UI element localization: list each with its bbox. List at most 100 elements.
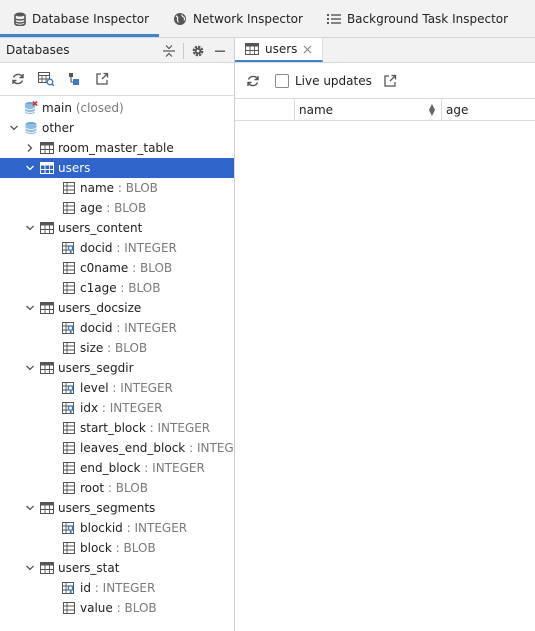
tree-item-column[interactable]: c1age : BLOB (0, 278, 234, 298)
tab-label: users (265, 42, 298, 56)
column-type: BLOB (123, 541, 156, 555)
tree-item-column[interactable]: id : INTEGER (0, 578, 234, 598)
tree-item-column[interactable]: start_block : INTEGER (0, 418, 234, 438)
primary-key-column-icon (62, 381, 76, 395)
tree-item-column[interactable]: root : BLOB (0, 478, 234, 498)
column-type: INTEGER (157, 421, 211, 435)
column-type: INTEGER (120, 381, 173, 395)
tree-item-column[interactable]: c0name : BLOB (0, 258, 234, 278)
tab-network-inspector[interactable]: Network Inspector (159, 0, 313, 37)
chevron-down-icon[interactable] (24, 222, 36, 234)
chevron-down-icon[interactable] (24, 302, 36, 314)
tree-item-column[interactable]: size : BLOB (0, 338, 234, 358)
column-name: start_block (80, 421, 146, 435)
column-name: c0name (80, 261, 129, 275)
collapse-all-icon[interactable] (161, 43, 177, 59)
export-icon[interactable] (382, 73, 398, 89)
column-sep: : (126, 521, 131, 535)
table-name: users_content (58, 221, 143, 235)
column-header-name[interactable]: name ▲ ▼ (295, 99, 442, 120)
refresh-icon[interactable] (245, 73, 261, 89)
live-updates-toggle[interactable]: Live updates (275, 73, 372, 88)
tree-item-column[interactable]: blockid : INTEGER (0, 518, 234, 538)
database-icon (14, 12, 26, 26)
table-view-panel: users Live updates name ▲ ▼ age (235, 38, 535, 631)
tree-item-users-segdir-table[interactable]: users_segdir (0, 358, 234, 378)
column-icon (62, 441, 76, 455)
db-name: main (42, 101, 72, 115)
row-number-header (235, 99, 295, 120)
tree-item-other-db[interactable]: other (0, 118, 234, 138)
tab-background-task-inspector[interactable]: Background Task Inspector (313, 0, 518, 37)
column-icon (62, 421, 76, 435)
tree-item-column[interactable]: docid : INTEGER (0, 318, 234, 338)
column-name: docid (80, 321, 113, 335)
minimize-icon[interactable] (212, 43, 228, 59)
column-type: BLOB (128, 281, 161, 295)
tree-item-column[interactable]: end_block : INTEGER (0, 458, 234, 478)
chevron-down-icon[interactable] (8, 122, 20, 134)
tree-item-users-stat-table[interactable]: users_stat (0, 558, 234, 578)
run-query-icon[interactable] (38, 71, 54, 87)
column-name: leaves_end_block (80, 441, 186, 455)
chevron-down-icon[interactable] (24, 502, 36, 514)
tree-item-column[interactable]: leaves_end_block : INTEGER (0, 438, 250, 458)
column-sep: : (149, 421, 154, 435)
globe-icon (174, 12, 187, 25)
gear-icon[interactable] (190, 43, 206, 59)
column-name: docid (80, 241, 113, 255)
chevron-down-icon[interactable] (24, 562, 36, 574)
export-icon[interactable] (94, 71, 110, 87)
keep-open-icon[interactable] (66, 71, 82, 87)
tree-item-users-docsize-table[interactable]: users_docsize (0, 298, 234, 318)
tree-item-column[interactable]: level : INTEGER (0, 378, 234, 398)
tree-item-column[interactable]: name : BLOB (0, 178, 234, 198)
column-name: age (80, 201, 103, 215)
primary-key-column-icon (62, 521, 76, 535)
tree-item-column[interactable]: age : BLOB (0, 198, 234, 218)
tab-label: Background Task Inspector (346, 11, 509, 26)
column-name: idx (80, 401, 99, 415)
column-header-age[interactable]: age (442, 99, 535, 120)
table-icon (40, 301, 54, 315)
refresh-icon[interactable] (10, 71, 26, 87)
table-name: users_segdir (58, 361, 134, 375)
close-icon[interactable] (303, 45, 312, 54)
column-name: id (80, 581, 91, 595)
db-name: other (42, 121, 74, 135)
tab-database-inspector[interactable]: Database Inspector (0, 0, 160, 37)
table-name: room_master_table (58, 141, 174, 155)
column-sep: : (116, 601, 121, 615)
table-icon (245, 43, 259, 55)
tree-item-column[interactable]: idx : INTEGER (0, 398, 234, 418)
table-name: users (58, 161, 91, 175)
column-sep: : (115, 541, 120, 555)
tree-item-users-content-table[interactable]: users_content (0, 218, 234, 238)
column-sep: : (132, 261, 137, 275)
chevron-down-icon[interactable] (24, 162, 36, 174)
column-name: value (80, 601, 113, 615)
tree-item-column[interactable]: docid : INTEGER (0, 238, 234, 258)
live-updates-checkbox[interactable] (275, 73, 289, 88)
tree-item-users-table[interactable]: users (0, 158, 234, 178)
column-type: INTEGER (109, 401, 163, 415)
column-name: c1age (80, 281, 117, 295)
tree-item-column[interactable]: block : BLOB (0, 538, 234, 558)
tree-item-column[interactable]: value : BLOB (0, 598, 234, 618)
tree-item-room-master-table[interactable]: room_master_table (0, 138, 234, 158)
column-name: name (80, 181, 115, 195)
sort-icon[interactable]: ▲ ▼ (429, 103, 435, 117)
primary-key-column-icon (62, 241, 76, 255)
databases-panel: Databases main (closed) other room_maste… (0, 38, 250, 631)
column-type: BLOB (115, 481, 148, 495)
tree-item-users-segments-table[interactable]: users_segments (0, 498, 234, 518)
tree-item-main-db[interactable]: main (closed) (0, 98, 234, 118)
database-closed-icon (24, 101, 38, 115)
chevron-down-icon[interactable] (24, 362, 36, 374)
chevron-right-icon[interactable] (24, 142, 36, 154)
primary-key-column-icon (62, 321, 76, 335)
column-name: block (80, 541, 112, 555)
column-sep: : (116, 241, 121, 255)
tab-users[interactable]: users (235, 38, 324, 62)
primary-key-column-icon (62, 401, 76, 415)
